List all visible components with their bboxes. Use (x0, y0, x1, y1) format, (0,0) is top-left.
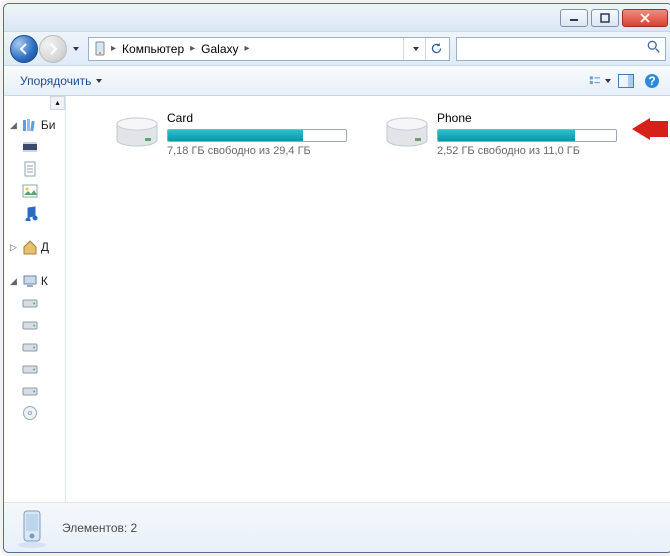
drive-icon (22, 317, 38, 333)
crumb-galaxy[interactable]: Galaxy (197, 42, 242, 56)
storage-icon (115, 111, 159, 155)
drive-icon (22, 339, 38, 355)
chevron-down-icon[interactable]: ◢ (10, 276, 19, 287)
library-icon (22, 117, 38, 133)
computer-icon (22, 273, 38, 289)
maximize-button[interactable] (591, 9, 619, 27)
drive-free-text: 2,52 ГБ свободно из 11,0 ГБ (437, 142, 617, 157)
svg-text:?: ? (648, 74, 655, 88)
device-icon (91, 40, 109, 58)
forward-button[interactable] (39, 35, 67, 63)
back-button[interactable] (10, 35, 38, 63)
search-icon[interactable] (647, 40, 661, 57)
drive-name: Card (167, 111, 347, 129)
navbar: ▸ Компьютер ▸ Galaxy ▸ (4, 32, 670, 66)
sidebar-label: Д (41, 240, 49, 254)
drive-icon (22, 295, 38, 311)
sidebar-item-music[interactable] (4, 202, 65, 224)
crumb-root-sep[interactable]: ▸ (109, 43, 118, 54)
sidebar-label: К (41, 274, 48, 288)
capacity-fill (168, 130, 303, 141)
search-input[interactable] (461, 42, 647, 56)
capacity-fill (438, 130, 575, 141)
history-dropdown[interactable] (68, 39, 82, 59)
sidebar-item-drive[interactable] (4, 358, 65, 380)
drive-list: Card 7,18 ГБ свободно из 29,4 ГБ Phone 2… (80, 106, 658, 162)
drive-info: Card 7,18 ГБ свободно из 29,4 ГБ (167, 111, 347, 157)
sidebar-group-libraries[interactable]: ◢ Би (4, 114, 65, 136)
refresh-button[interactable] (425, 38, 447, 60)
capacity-bar (437, 129, 617, 142)
crumb-sep-1[interactable]: ▸ (188, 43, 197, 54)
minimize-button[interactable] (560, 9, 588, 27)
picture-icon (22, 183, 38, 199)
sidebar-item-documents[interactable] (4, 158, 65, 180)
drive-item-phone[interactable]: Phone 2,52 ГБ свободно из 11,0 ГБ (380, 106, 620, 162)
body: ▴ ◢ Би ▷ Д ◢ (4, 96, 670, 502)
doc-icon (22, 161, 38, 177)
sidebar-scroll-up[interactable]: ▴ (50, 96, 65, 110)
video-icon (22, 139, 38, 155)
sidebar-item-videos[interactable] (4, 136, 65, 158)
drive-icon (22, 383, 38, 399)
music-icon (22, 205, 38, 221)
status-count: Элементов: 2 (62, 521, 137, 535)
preview-pane-button[interactable] (614, 70, 638, 92)
content-area: Card 7,18 ГБ свободно из 29,4 ГБ Phone 2… (66, 96, 670, 502)
home-icon (22, 239, 38, 255)
drive-item-card[interactable]: Card 7,18 ГБ свободно из 29,4 ГБ (110, 106, 350, 162)
drive-name: Phone (437, 111, 617, 129)
close-button[interactable] (622, 9, 668, 27)
sidebar-label: Би (41, 118, 56, 132)
drive-info: Phone 2,52 ГБ свободно из 11,0 ГБ (437, 111, 617, 157)
sidebar-item-pictures[interactable] (4, 180, 65, 202)
sidebar-item-drive[interactable] (4, 292, 65, 314)
status-bar: Элементов: 2 (4, 502, 670, 552)
organize-menu[interactable]: Упорядочить (12, 70, 110, 92)
organize-label: Упорядочить (20, 74, 91, 88)
sidebar-item-drive[interactable] (4, 380, 65, 402)
storage-icon (385, 111, 429, 155)
sidebar-item-drive[interactable] (4, 336, 65, 358)
view-mode-button[interactable] (588, 70, 612, 92)
annotation-arrow-icon (632, 118, 668, 143)
chevron-down-icon[interactable]: ◢ (10, 120, 19, 131)
capacity-bar (167, 129, 347, 142)
drive-free-text: 7,18 ГБ свободно из 29,4 ГБ (167, 142, 347, 157)
sidebar-group-computer[interactable]: ◢ К (4, 270, 65, 292)
toolbar: Упорядочить ? (4, 66, 670, 96)
device-large-icon (12, 508, 52, 548)
nav-arrows (10, 35, 82, 63)
sidebar: ▴ ◢ Би ▷ Д ◢ (4, 96, 66, 502)
explorer-window: ▸ Компьютер ▸ Galaxy ▸ Упорядочить (3, 3, 670, 553)
titlebar (4, 4, 670, 32)
sidebar-item-drive[interactable] (4, 314, 65, 336)
sidebar-group-home[interactable]: ▷ Д (4, 236, 65, 258)
search-box[interactable] (456, 37, 666, 61)
crumb-sep-2[interactable]: ▸ (243, 43, 252, 54)
crumb-computer[interactable]: Компьютер (118, 42, 188, 56)
chevron-right-icon[interactable]: ▷ (10, 242, 19, 253)
address-dropdown[interactable] (403, 38, 425, 60)
help-button[interactable]: ? (640, 70, 664, 92)
address-bar[interactable]: ▸ Компьютер ▸ Galaxy ▸ (88, 37, 450, 61)
drive-icon (22, 361, 38, 377)
cd-icon (22, 405, 38, 421)
sidebar-item-cd[interactable] (4, 402, 65, 424)
